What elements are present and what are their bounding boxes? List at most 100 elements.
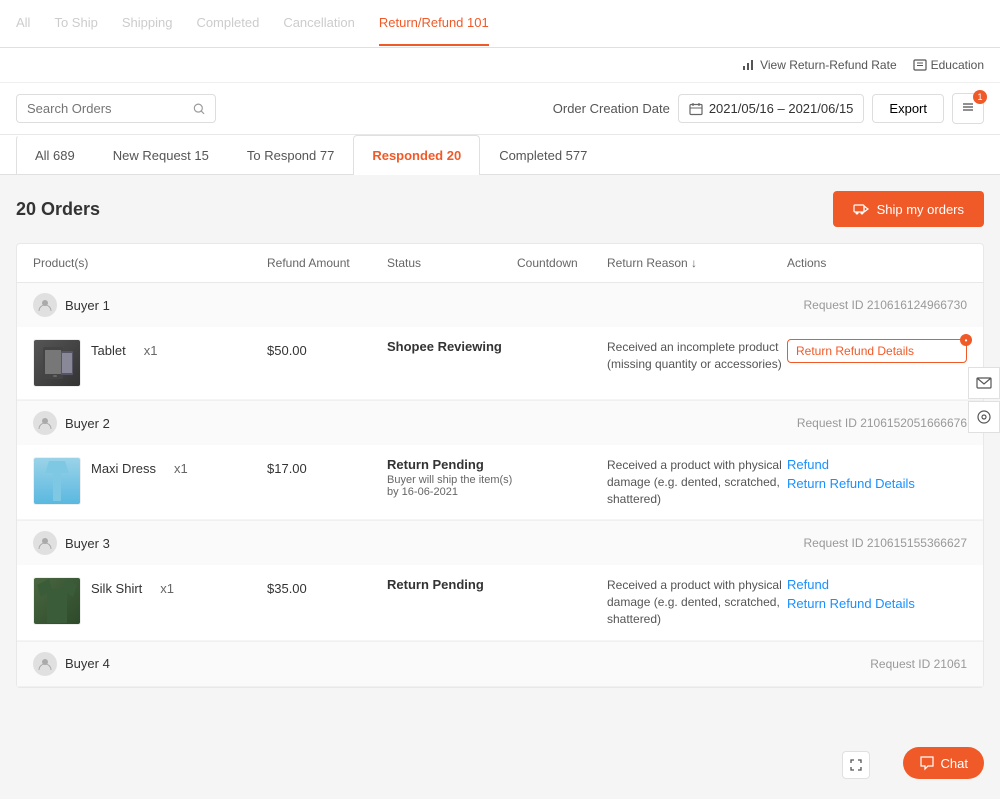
col-return-reason: Return Reason ↓ [607, 256, 787, 270]
status-sub-2: Buyer will ship the item(s) by 16-06-202… [387, 474, 517, 498]
product-cell-2: Maxi Dress x1 [33, 457, 267, 505]
return-refund-details-link-2[interactable]: Return Refund Details [787, 476, 967, 491]
buyer-3-avatar [33, 531, 57, 555]
tab-new-request[interactable]: New Request 15 [94, 135, 228, 175]
product-name-2: Maxi Dress [91, 457, 156, 476]
return-reason-1: Received an incomplete product (missing … [607, 339, 787, 373]
refund-link-2[interactable]: Refund [787, 457, 967, 472]
buyer-1-request-id: Request ID 210616124966730 [804, 298, 967, 312]
status-text-2: Return Pending [387, 457, 517, 472]
product-name-1: Tablet [91, 339, 126, 358]
buyer-1-info: Buyer 1 [33, 293, 110, 317]
status-text-1: Shopee Reviewing [387, 339, 517, 354]
return-refund-details-link-3[interactable]: Return Refund Details [787, 596, 967, 611]
buyer-3-name: Buyer 3 [65, 536, 110, 551]
nav-item-to-ship[interactable]: To Ship [54, 1, 97, 46]
buyer-4-request-id: Request ID 21061 [870, 657, 967, 671]
return-reason-3: Received a product with physical damage … [607, 577, 787, 627]
view-rate-link[interactable]: View Return-Refund Rate [742, 58, 897, 72]
tab-all[interactable]: All 689 [16, 135, 94, 175]
buyer-4-header: Buyer 4 Request ID 21061 [17, 642, 983, 686]
status-cell-1: Shopee Reviewing [387, 339, 517, 356]
buyer-3-header: Buyer 3 Request ID 210615155366627 [17, 521, 983, 565]
message-float-icon[interactable] [968, 367, 1000, 399]
action-dot-1: • [960, 334, 972, 346]
order-row-3: Silk Shirt x1 $35.00 Return Pending Rece… [17, 565, 983, 640]
buyer-2-name: Buyer 2 [65, 416, 110, 431]
product-qty-1: x1 [144, 339, 158, 358]
ship-icon [853, 201, 869, 217]
envelope-icon [976, 375, 992, 391]
user-icon [38, 298, 52, 312]
ship-orders-button[interactable]: Ship my orders [833, 191, 984, 227]
calendar-icon [689, 102, 703, 116]
buyer-row-2: Buyer 2 Request ID 2106152051666676 Maxi… [17, 401, 983, 521]
product-image-shirt [33, 577, 81, 625]
return-reason-2: Received a product with physical damage … [607, 457, 787, 507]
product-qty-3: x1 [160, 577, 174, 596]
date-label: Order Creation Date [553, 101, 670, 116]
menu-button[interactable]: 1 [952, 93, 984, 124]
product-name-3: Silk Shirt [91, 577, 142, 596]
nav-item-cancellation[interactable]: Cancellation [283, 1, 355, 46]
col-actions: Actions [787, 256, 967, 270]
product-cell-3: Silk Shirt x1 [33, 577, 267, 625]
date-value: 2021/05/16 – 2021/06/15 [709, 101, 854, 116]
date-filter-section: Order Creation Date 2021/05/16 – 2021/06… [553, 93, 984, 124]
nav-item-return-refund[interactable]: Return/Refund 101 [379, 1, 489, 46]
col-products: Product(s) [33, 256, 267, 270]
chat-button[interactable]: Chat [903, 747, 984, 779]
product-cell-1: Tablet x1 [33, 339, 267, 387]
settings-circle-icon [976, 409, 992, 425]
nav-item-shipping[interactable]: Shipping [122, 1, 173, 46]
education-link[interactable]: Education [913, 58, 984, 72]
notification-badge: 1 [973, 90, 987, 104]
search-bar: Order Creation Date 2021/05/16 – 2021/06… [0, 83, 1000, 135]
buyer-1-header: Buyer 1 Request ID 210616124966730 [17, 283, 983, 327]
return-refund-details-btn-1[interactable]: Return Refund Details • [787, 339, 967, 363]
actions-cell-1: Return Refund Details • [787, 339, 967, 363]
col-countdown: Countdown [517, 256, 607, 270]
chart-icon [742, 58, 756, 72]
filter-tabs: All 689 New Request 15 To Respond 77 Res… [0, 135, 1000, 175]
refund-link-3[interactable]: Refund [787, 577, 967, 592]
product-qty-2: x1 [174, 457, 188, 476]
col-refund: Refund Amount [267, 256, 387, 270]
tab-to-respond[interactable]: To Respond 77 [228, 135, 353, 175]
expand-icon [850, 759, 862, 771]
content-area: 20 Orders Ship my orders Product(s) Refu… [0, 175, 1000, 704]
buyer-row-4: Buyer 4 Request ID 21061 [17, 642, 983, 687]
export-button[interactable]: Export [872, 94, 944, 123]
status-text-3: Return Pending [387, 577, 517, 592]
orders-count-title: 20 Orders [16, 199, 100, 220]
order-row-1: Tablet x1 $50.00 Shopee Reviewing Receiv… [17, 327, 983, 400]
settings-float-icon[interactable] [968, 401, 1000, 433]
buyer-3-info: Buyer 3 [33, 531, 110, 555]
nav-item-all[interactable]: All [16, 1, 30, 46]
actions-cell-3: Refund Return Refund Details [787, 577, 967, 611]
table-header: Product(s) Refund Amount Status Countdow… [17, 244, 983, 283]
toolbar: View Return-Refund Rate Education [0, 48, 1000, 83]
date-input[interactable]: 2021/05/16 – 2021/06/15 [678, 94, 865, 123]
col-status: Status [387, 256, 517, 270]
search-input-wrap[interactable] [16, 94, 216, 123]
buyer-4-info: Buyer 4 [33, 652, 110, 676]
buyer-2-avatar [33, 411, 57, 435]
nav-item-completed[interactable]: Completed [196, 1, 259, 46]
buyer-1-name: Buyer 1 [65, 298, 110, 313]
expand-button[interactable] [842, 751, 870, 779]
user-icon-4 [38, 657, 52, 671]
buyer-row-3: Buyer 3 Request ID 210615155366627 Silk … [17, 521, 983, 641]
status-cell-3: Return Pending [387, 577, 517, 594]
user-icon-3 [38, 536, 52, 550]
floating-sidebar [968, 367, 1000, 433]
search-input[interactable] [27, 101, 185, 116]
tablet-svg [39, 345, 75, 381]
top-navigation: All To Ship Shipping Completed Cancellat… [0, 0, 1000, 48]
hamburger-icon [961, 100, 975, 114]
status-cell-2: Return Pending Buyer will ship the item(… [387, 457, 517, 498]
buyer-row-1: Buyer 1 Request ID 210616124966730 [17, 283, 983, 401]
order-row-2: Maxi Dress x1 $17.00 Return Pending Buye… [17, 445, 983, 520]
tab-responded[interactable]: Responded 20 [353, 135, 480, 175]
tab-completed[interactable]: Completed 577 [480, 135, 606, 175]
